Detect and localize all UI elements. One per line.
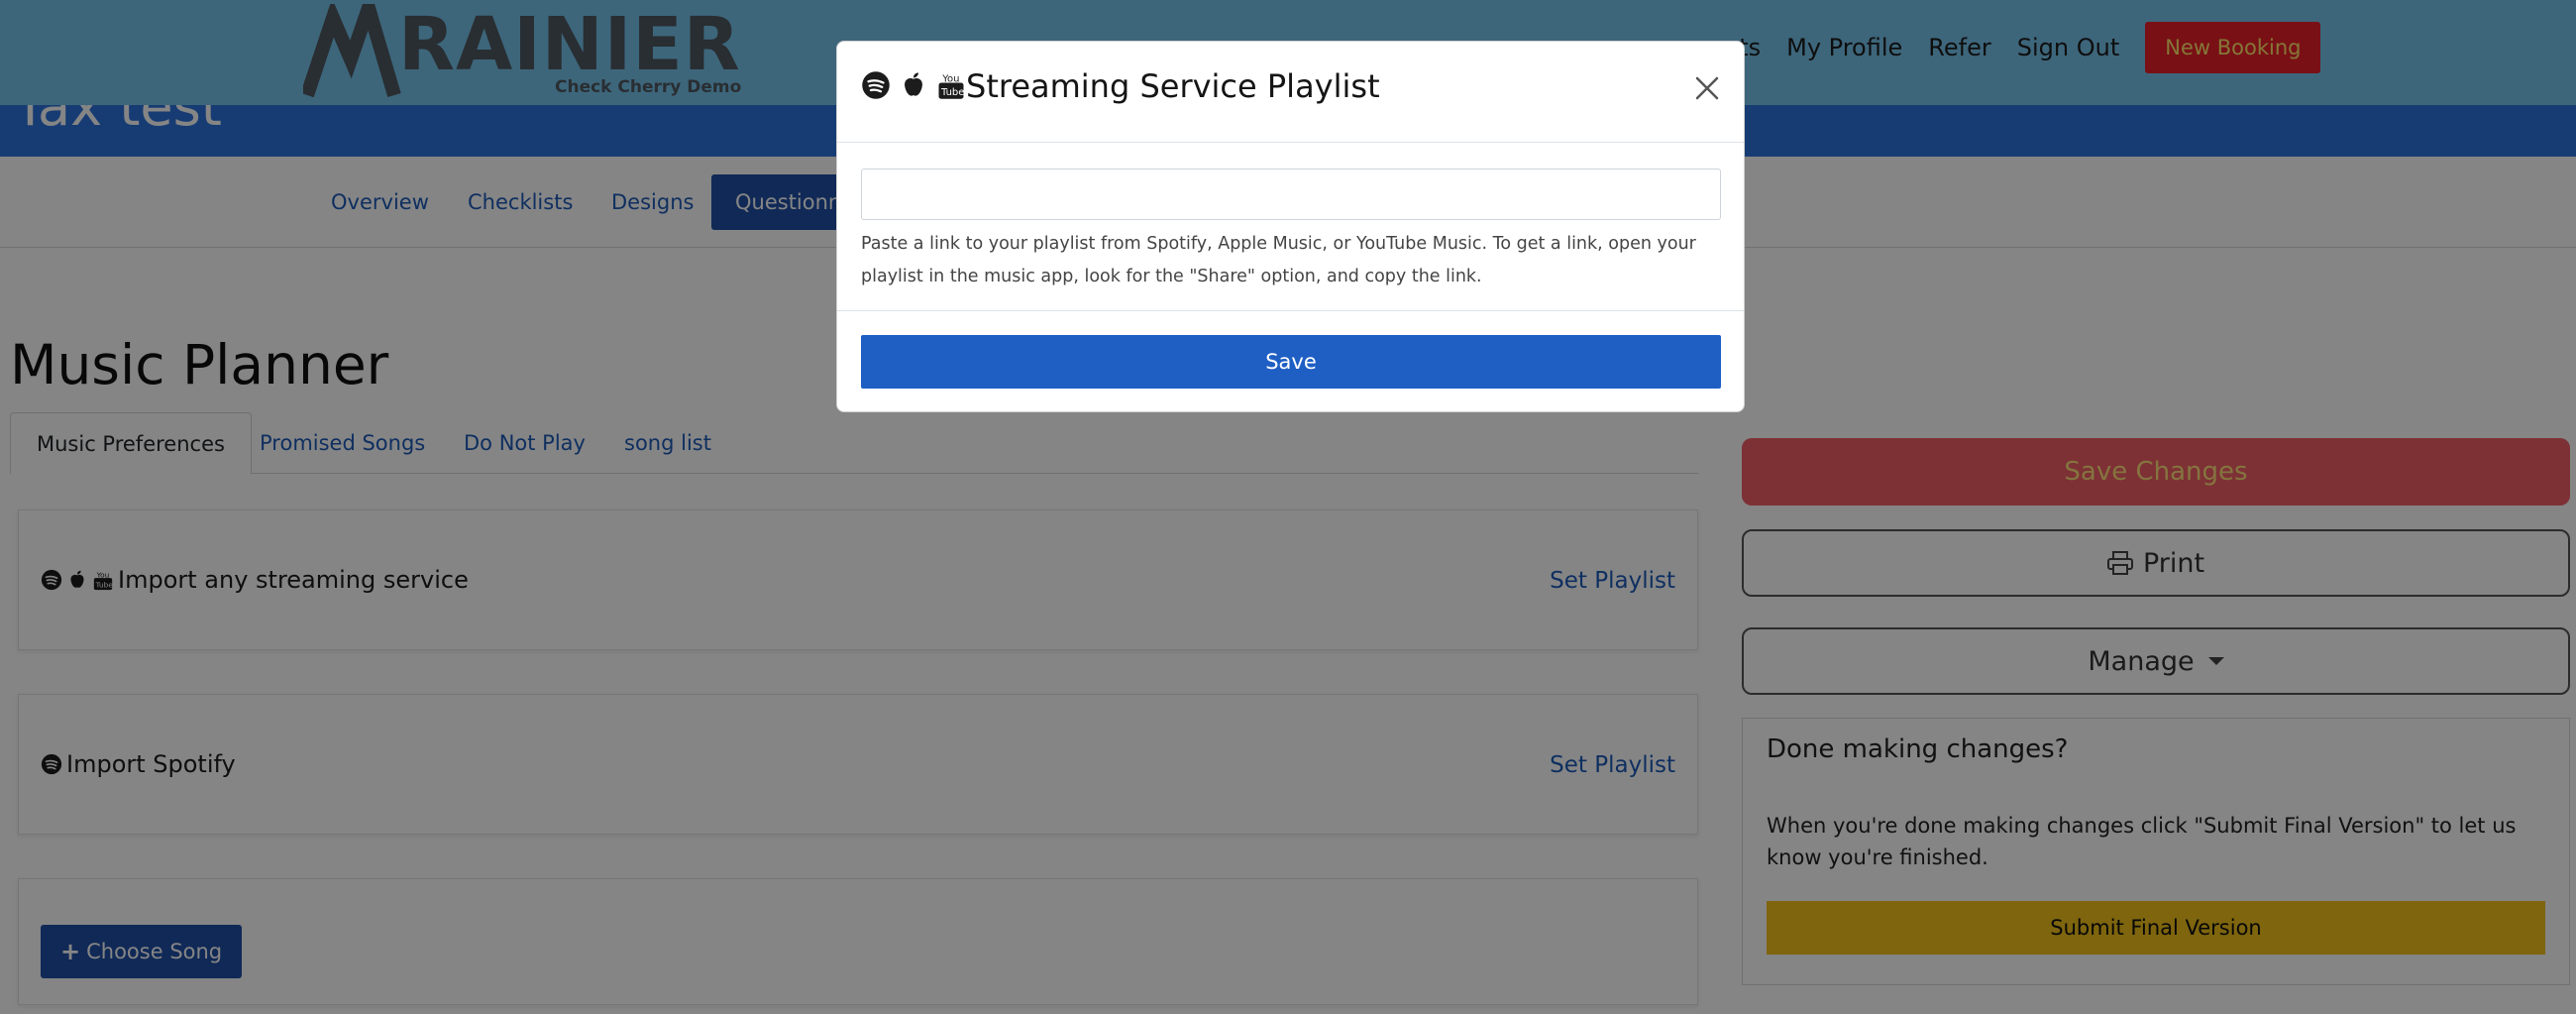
close-icon[interactable] <box>1692 73 1722 103</box>
modal-icons: You Tube <box>861 69 966 101</box>
playlist-help-text: Paste a link to your playlist from Spoti… <box>861 234 1696 286</box>
spotify-icon <box>862 71 890 99</box>
apple-icon <box>905 72 922 96</box>
svg-text:You: You <box>941 73 959 84</box>
modal-title: Streaming Service Playlist <box>966 67 1380 105</box>
modal-body: Paste a link to your playlist from Spoti… <box>837 143 1744 311</box>
streaming-playlist-modal: You Tube Streaming Service Playlist Paste… <box>836 41 1745 412</box>
playlist-link-input[interactable] <box>861 169 1721 220</box>
svg-text:Tube: Tube <box>940 87 964 98</box>
youtube-icon: You Tube <box>938 73 964 99</box>
modal-header: You Tube Streaming Service Playlist <box>837 42 1744 143</box>
modal-save-button[interactable]: Save <box>861 335 1721 389</box>
